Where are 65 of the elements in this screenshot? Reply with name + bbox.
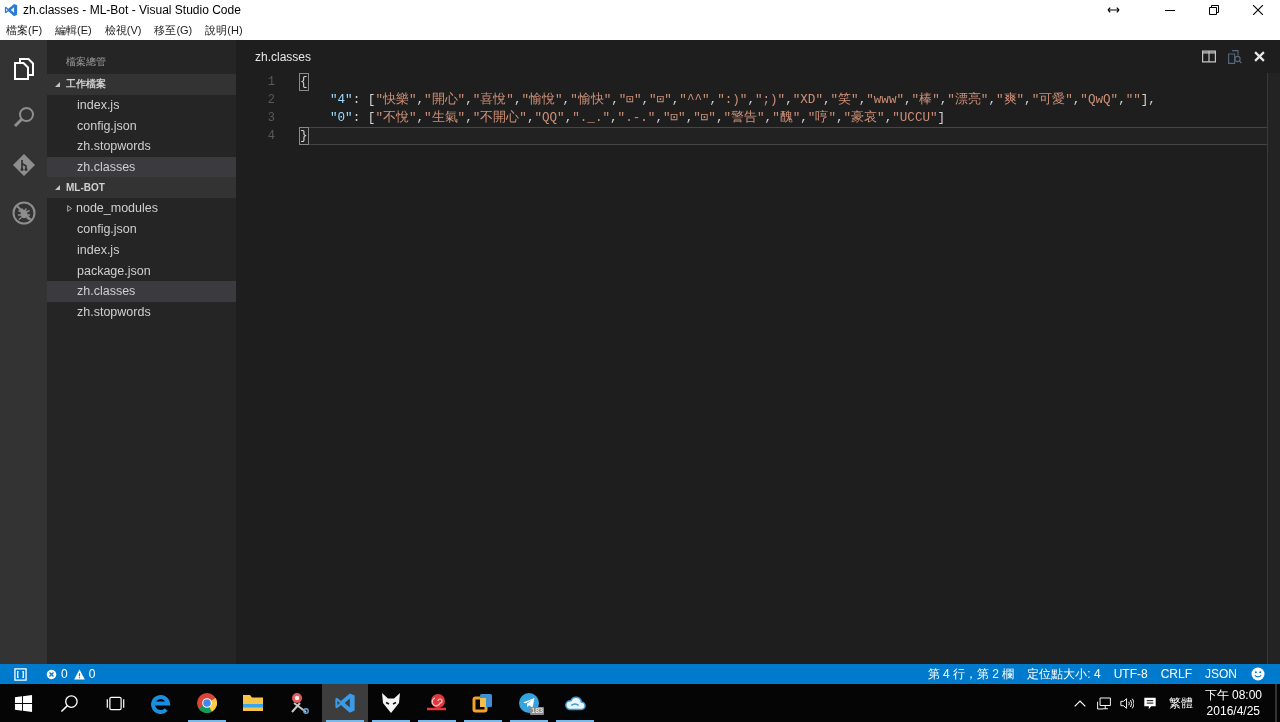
status-item[interactable]: JSON <box>1205 667 1237 681</box>
minimize-icon <box>1165 9 1175 11</box>
status-item[interactable]: UTF-8 <box>1113 667 1148 681</box>
document-search-icon[interactable] <box>1228 49 1242 64</box>
network-icon[interactable] <box>1096 696 1111 710</box>
file-item[interactable]: config.json <box>47 115 236 137</box>
double-arrow-icon[interactable] <box>1107 6 1120 14</box>
line-number: 3 <box>266 110 275 127</box>
debug-icon[interactable] <box>11 201 36 225</box>
file-item[interactable]: config.json <box>47 218 236 240</box>
file-item[interactable]: index.js <box>47 239 236 261</box>
section-header[interactable]: 工作檔案 <box>47 74 236 95</box>
folder-icon <box>242 692 264 714</box>
close-icon[interactable] <box>1254 51 1265 62</box>
split-editor-icon[interactable] <box>1202 50 1216 63</box>
file-item[interactable]: package.json <box>47 260 236 281</box>
clock-time[interactable]: 下午 08:00 <box>1204 687 1262 703</box>
section-header[interactable]: ML-BOT <box>47 177 236 199</box>
scissors-icon <box>288 692 310 714</box>
notification-icon[interactable] <box>1142 696 1157 710</box>
menu-item[interactable]: 移至(G) <box>148 22 199 38</box>
line-number: 2 <box>266 92 275 109</box>
status-item[interactable]: 第 4 行，第 2 欄 <box>927 665 1015 683</box>
fox-face-icon <box>380 692 402 714</box>
status-item[interactable]: CRLF <box>1160 667 1192 681</box>
square-frame-icon[interactable] <box>14 667 27 681</box>
folder-item[interactable]: node_modules <box>47 198 236 219</box>
warning-count[interactable]: 0 <box>88 667 96 681</box>
menu-item[interactable]: 說明(H) <box>199 22 249 38</box>
clock-date[interactable]: 2016/4/25 <box>1206 703 1260 719</box>
code-line: "0": ["不悅","生氣","不開心","QQ","._.",".-.","⊡","⊡","警告","醜","哼","豪哀","UCCU"] <box>329 110 946 126</box>
volume-icon[interactable] <box>1119 696 1134 710</box>
error-count[interactable]: 0 <box>61 667 68 681</box>
source-control-icon[interactable] <box>11 153 36 177</box>
search-icon[interactable] <box>11 105 36 129</box>
files-icon[interactable] <box>11 57 36 81</box>
file-item[interactable]: index.js <box>47 94 236 116</box>
tricolor-circle-icon <box>196 692 218 714</box>
start-icon <box>13 693 33 713</box>
chevron-up-icon[interactable] <box>1073 699 1086 707</box>
file-item[interactable]: zh.classes <box>47 280 236 302</box>
status-item[interactable]: 定位點大小: 4 <box>1027 665 1101 683</box>
line-number: 1 <box>266 74 275 91</box>
line-number: 4 <box>266 128 275 145</box>
file-item[interactable]: zh.stopwords <box>47 136 236 157</box>
menu-item[interactable]: 編輯(E) <box>49 22 98 38</box>
overlapping-squares-icon <box>472 692 494 714</box>
code-line: "4": ["快樂","開心","喜悅","愉悅","愉快","⊡","⊡","^^",":)",";)","XD","笑","www","棒","漂亮","爽","可愛","QwQ",""], <box>329 92 1156 108</box>
menu-item[interactable]: 檢視(V) <box>98 22 148 38</box>
error-icon[interactable] <box>46 668 57 680</box>
file-item[interactable]: zh.classes <box>47 156 236 178</box>
smiley-icon[interactable] <box>1251 667 1265 681</box>
warning-icon[interactable] <box>73 668 85 680</box>
close-icon <box>1253 5 1263 15</box>
letter-e-icon <box>150 692 172 714</box>
window-title: zh.classes - ML-Bot - Visual Studio Code <box>23 3 241 17</box>
editor-tab[interactable]: zh.classes <box>255 49 312 64</box>
input-method-indicator[interactable]: 繁體 <box>1168 694 1193 712</box>
menu-item[interactable]: 檔案(F) <box>0 22 49 38</box>
file-item[interactable]: zh.stopwords <box>47 301 236 323</box>
sidebar-title: 檔案總管 <box>65 55 107 69</box>
app-logo-icon <box>4 3 18 17</box>
ribbon-icon <box>334 692 356 714</box>
restore-icon <box>1209 5 1219 15</box>
search-icon <box>59 693 79 713</box>
